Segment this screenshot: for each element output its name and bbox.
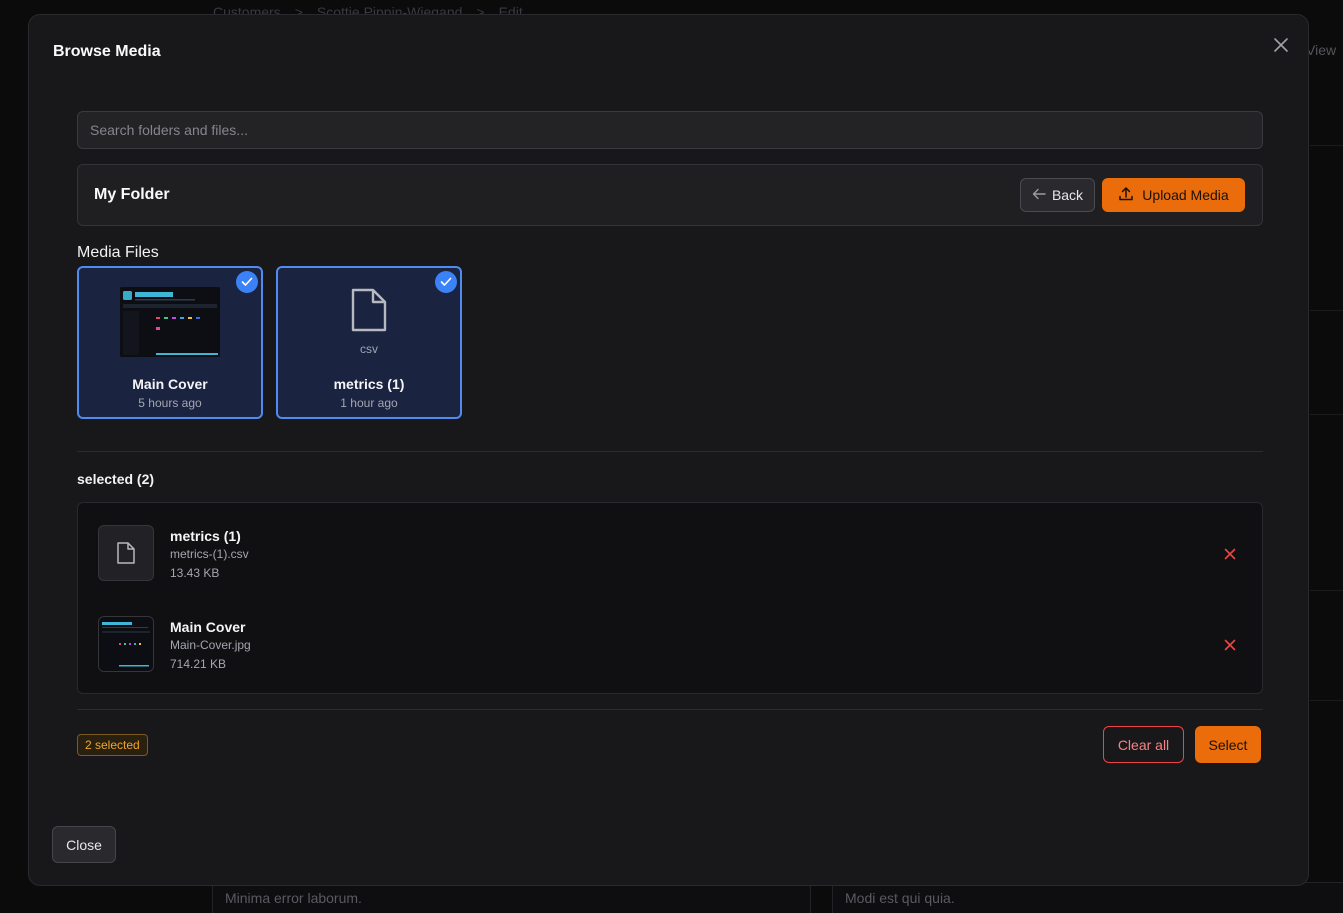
media-tile-name: metrics (1) [333, 376, 405, 392]
media-tile-main-cover[interactable]: Main Cover 5 hours ago [77, 266, 263, 419]
file-extension: csv [360, 342, 378, 356]
back-button-label: Back [1051, 187, 1084, 203]
search-input[interactable] [77, 111, 1263, 149]
media-tile-name: Main Cover [132, 376, 208, 392]
back-button[interactable]: Back [1020, 178, 1095, 212]
folder-header: My Folder Back Upload Media [77, 164, 1263, 226]
selected-count-badge: 2 selected [77, 734, 148, 756]
media-tile-time: 5 hours ago [138, 396, 202, 410]
media-thumbnail [98, 616, 154, 672]
remove-icon[interactable] [1220, 544, 1240, 564]
selected-item-name: Main Cover [170, 619, 246, 635]
selected-item-metrics: metrics (1) metrics-(1).csv 13.43 KB [78, 525, 1262, 583]
file-icon [98, 525, 154, 581]
upload-icon [1118, 186, 1134, 205]
selected-item-filename: metrics-(1).csv [170, 547, 249, 561]
background-divider [1310, 700, 1343, 701]
file-icon [350, 287, 388, 338]
arrow-left-icon [1032, 187, 1046, 203]
media-thumbnail [120, 287, 220, 357]
upload-media-label: Upload Media [1142, 187, 1229, 203]
media-tile-metrics[interactable]: csv metrics (1) 1 hour ago [276, 266, 462, 419]
close-button[interactable]: Close [52, 826, 116, 863]
selected-item-size: 13.43 KB [170, 566, 220, 580]
background-card-text: Minima error laborum. [225, 890, 362, 906]
check-icon [435, 271, 457, 293]
selected-item-name: metrics (1) [170, 528, 241, 544]
background-card-right: Modi est qui quia. [832, 882, 1343, 913]
selected-list: metrics (1) metrics-(1).csv 13.43 KB Mai… [77, 502, 1263, 694]
background-card-left: Minima error laborum. [212, 882, 811, 913]
footer-divider [77, 709, 1263, 710]
background-view-link: View [1306, 42, 1337, 58]
clear-all-button[interactable]: Clear all [1103, 726, 1184, 763]
selected-item-filename: Main-Cover.jpg [170, 638, 251, 652]
upload-media-button[interactable]: Upload Media [1102, 178, 1245, 212]
background-divider [1310, 590, 1343, 591]
close-icon[interactable] [1269, 33, 1293, 57]
selected-heading: selected (2) [77, 471, 155, 487]
remove-icon[interactable] [1220, 635, 1240, 655]
selected-item-size: 714.21 KB [170, 657, 227, 671]
check-icon [236, 271, 258, 293]
background-divider [1310, 145, 1343, 146]
browse-media-modal: Browse Media My Folder Back Upload Media… [28, 14, 1309, 886]
modal-title: Browse Media [53, 43, 161, 60]
background-divider [1310, 310, 1343, 311]
background-divider [1310, 414, 1343, 415]
media-files-heading: Media Files [77, 244, 159, 261]
section-divider [77, 451, 1263, 452]
background-card-text: Modi est qui quia. [845, 890, 955, 906]
folder-title: My Folder [94, 186, 170, 203]
selected-item-main-cover: Main Cover Main-Cover.jpg 714.21 KB [78, 616, 1262, 674]
select-button[interactable]: Select [1195, 726, 1261, 763]
media-tile-time: 1 hour ago [340, 396, 398, 410]
